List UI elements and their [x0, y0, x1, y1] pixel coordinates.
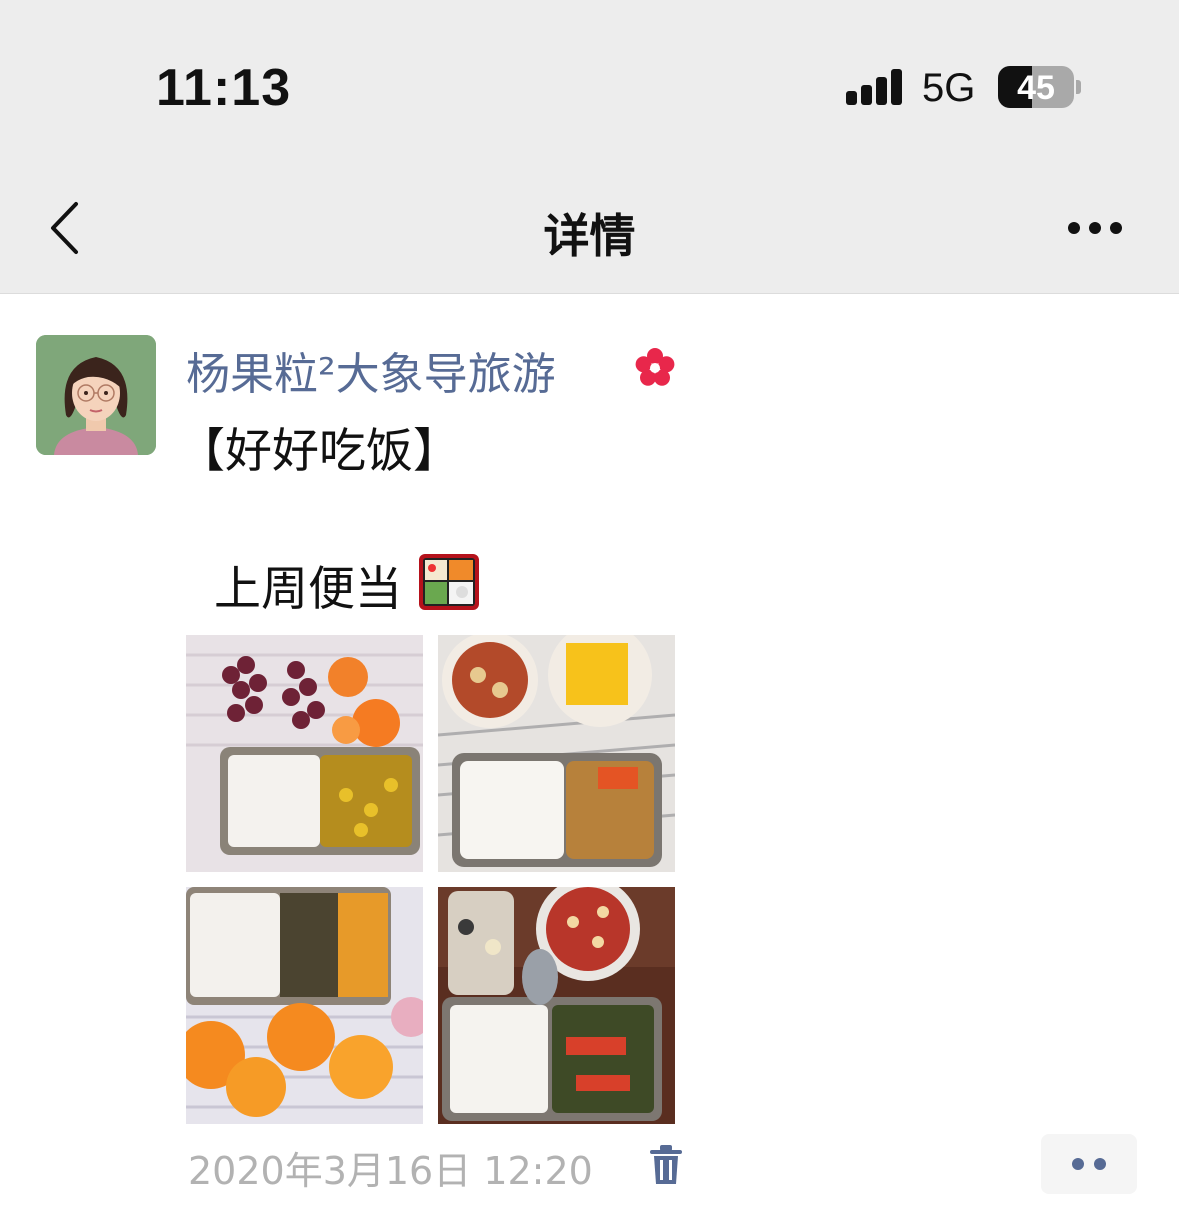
photo-1-image	[186, 635, 423, 872]
flower-badge-icon	[635, 348, 675, 386]
trash-icon[interactable]	[646, 1144, 686, 1186]
photo-4-image	[438, 887, 675, 1124]
author-name[interactable]: 杨果粒²大象导旅游	[186, 338, 556, 402]
comment-like-button[interactable]	[1041, 1134, 1137, 1194]
more-button[interactable]	[1060, 210, 1130, 246]
photo-2[interactable]	[438, 635, 675, 872]
photo-1[interactable]	[186, 635, 423, 872]
battery-icon: 45	[998, 66, 1074, 108]
battery-cap	[1076, 80, 1081, 94]
photo-3[interactable]	[186, 887, 423, 1124]
avatar[interactable]	[36, 335, 156, 455]
signal-icon	[846, 69, 904, 105]
photo-3-image	[186, 887, 423, 1124]
avatar-illustration	[36, 335, 156, 455]
top-bar: 11:13 5G 45 详情	[0, 0, 1179, 294]
post-text-line-1: 【好好吃饭】	[178, 424, 460, 479]
post-timestamp: 2020年3月16日 12:20	[188, 1149, 593, 1193]
photo-4[interactable]	[438, 887, 675, 1124]
status-time: 11:13	[156, 59, 292, 117]
battery-percentage: 45	[1017, 69, 1055, 107]
post-text-line-2: 上周便当	[214, 562, 402, 617]
page-title: 详情	[543, 209, 636, 263]
bento-box-emoji-icon	[419, 554, 479, 610]
photo-2-image	[438, 635, 675, 872]
network-type: 5G	[922, 66, 976, 110]
